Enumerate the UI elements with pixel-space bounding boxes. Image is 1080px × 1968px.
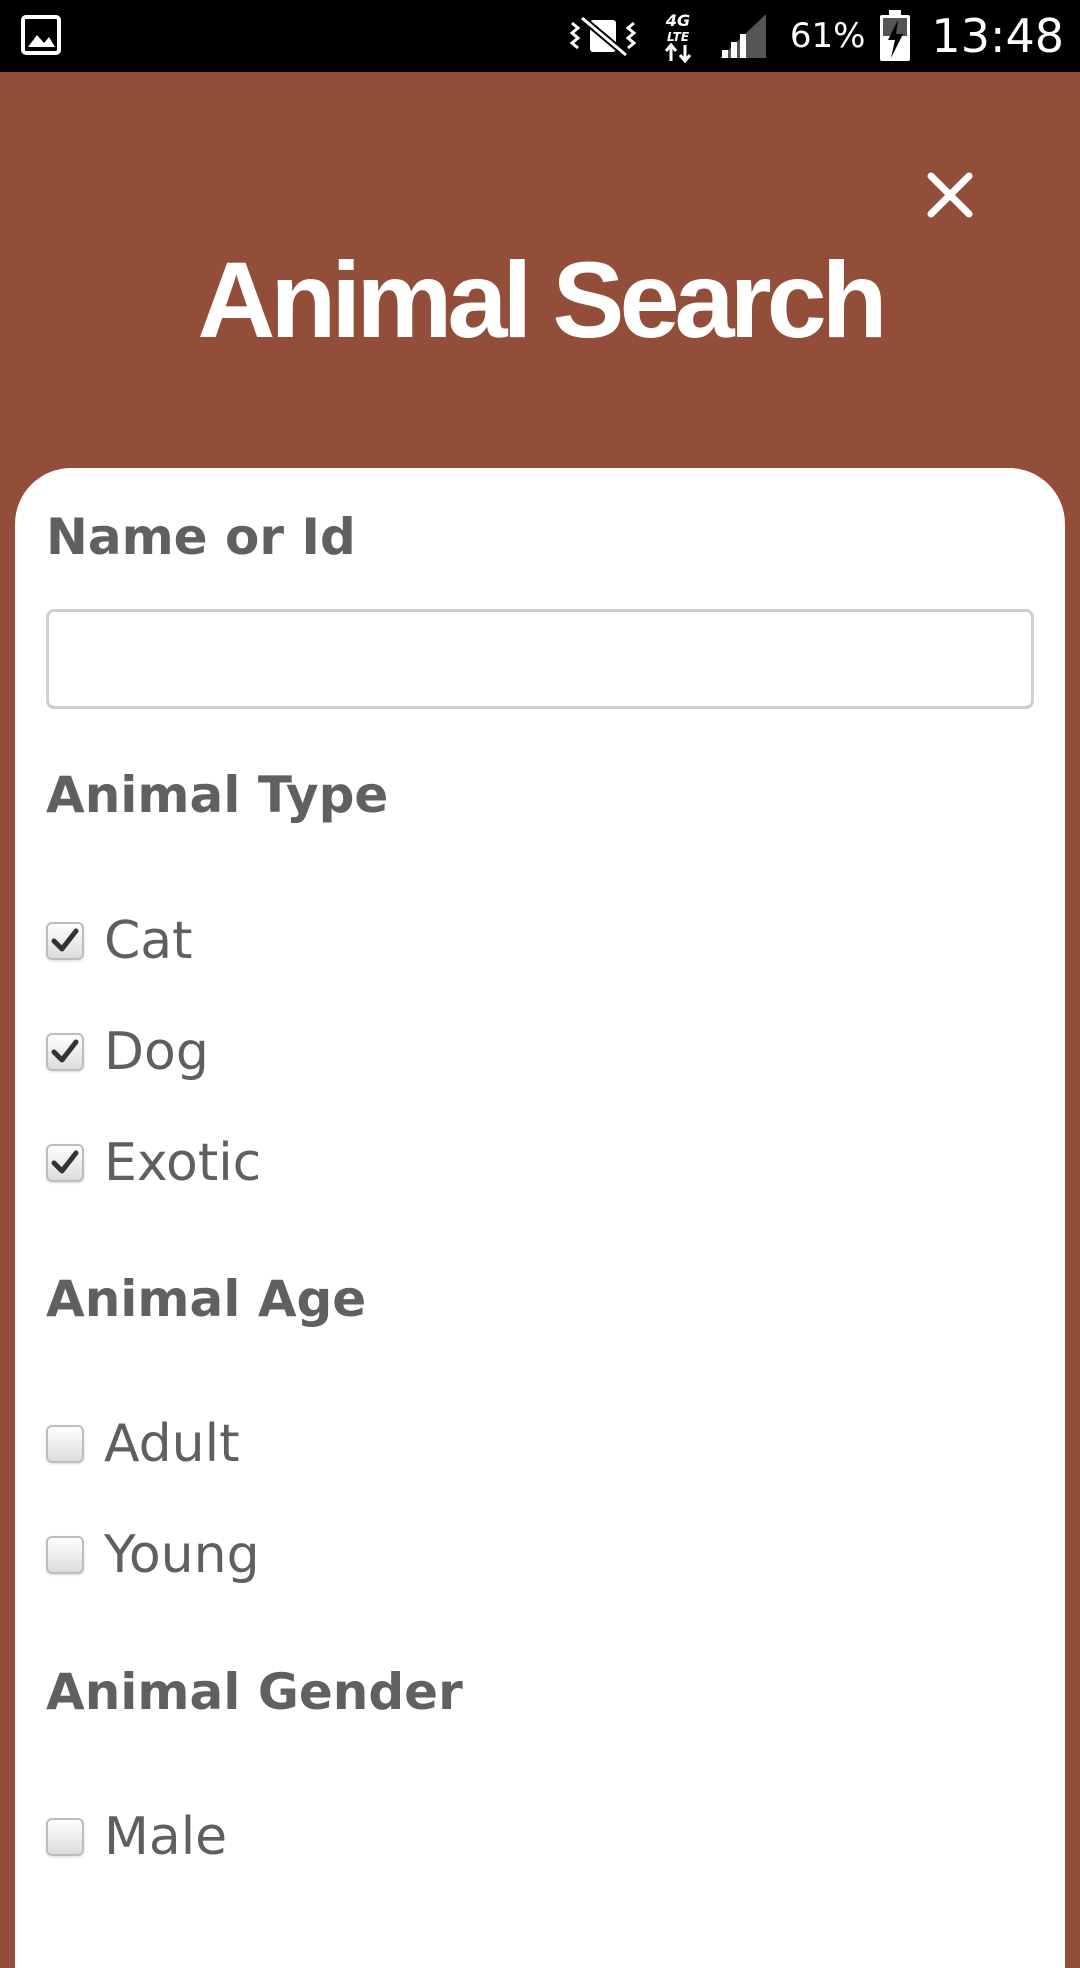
checkbox-exotic[interactable]: Exotic	[46, 1128, 261, 1198]
checkbox-cat[interactable]: Cat	[46, 906, 193, 976]
checkmark-icon	[51, 1150, 79, 1174]
svg-text:4G: 4G	[665, 11, 690, 30]
network-4g-lte-icon: 4G LTE	[664, 11, 691, 63]
male-checkbox[interactable]	[46, 1818, 84, 1856]
animal-gender-label: Animal Gender	[46, 1663, 463, 1721]
name-or-id-input[interactable]	[46, 609, 1034, 709]
signal-icon	[719, 14, 766, 58]
vibrate-mute-icon	[569, 15, 637, 58]
checkbox-adult[interactable]: Adult	[46, 1409, 239, 1479]
adult-checkbox[interactable]	[46, 1425, 84, 1463]
cat-label: Cat	[104, 911, 193, 971]
cat-checkbox[interactable]	[46, 922, 84, 960]
close-icon	[927, 172, 973, 218]
close-button[interactable]	[915, 160, 985, 230]
search-form-card: Name or Id Animal Type Cat Dog Exotic An…	[15, 468, 1065, 1968]
gallery-notification-icon	[21, 15, 61, 55]
dog-checkbox[interactable]	[46, 1033, 84, 1071]
dog-label: Dog	[104, 1022, 209, 1082]
checkmark-icon	[51, 1039, 79, 1063]
status-icons: 4G LTE 61% 13:48	[568, 0, 1064, 72]
status-left	[20, 14, 62, 56]
male-label: Male	[104, 1807, 228, 1867]
status-bar: 4G LTE 61% 13:48	[0, 0, 1080, 72]
svg-text:LTE: LTE	[667, 30, 690, 44]
animal-type-label: Animal Type	[46, 766, 389, 824]
battery-percent: 61%	[789, 16, 866, 56]
page-title: Animal Search	[197, 239, 887, 360]
exotic-checkbox[interactable]	[46, 1144, 84, 1182]
checkbox-young[interactable]: Young	[46, 1520, 260, 1590]
battery-charging-icon	[880, 10, 911, 61]
exotic-label: Exotic	[104, 1133, 262, 1193]
clock: 13:48	[931, 9, 1064, 63]
checkbox-dog[interactable]: Dog	[46, 1017, 209, 1087]
animal-age-label: Animal Age	[46, 1270, 367, 1328]
checkmark-icon	[51, 928, 79, 952]
young-checkbox[interactable]	[46, 1536, 84, 1574]
name-or-id-label: Name or Id	[46, 508, 356, 566]
adult-label: Adult	[104, 1414, 240, 1474]
young-label: Young	[104, 1525, 260, 1585]
checkbox-male[interactable]: Male	[46, 1802, 227, 1872]
